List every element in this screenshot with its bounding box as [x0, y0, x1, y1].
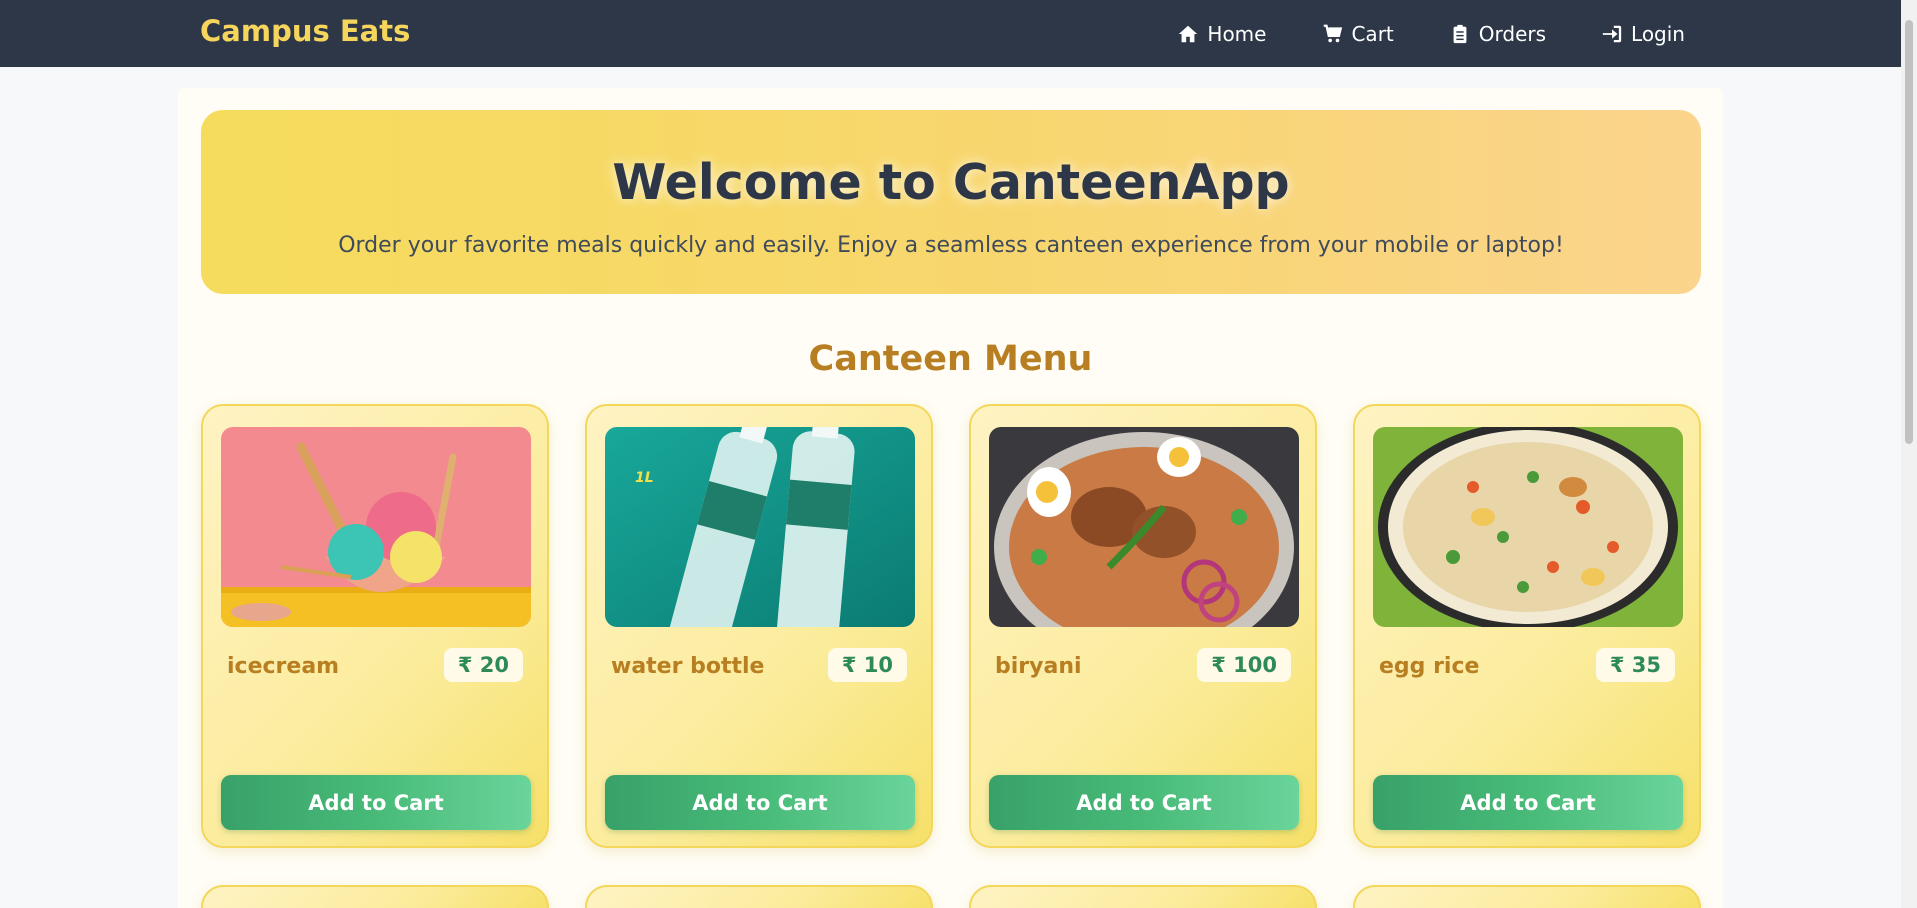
item-name: biryani: [995, 654, 1082, 679]
menu-card: egg rice ₹ 35 Add to Cart: [1353, 404, 1701, 848]
nav-cart-link[interactable]: Cart: [1321, 21, 1394, 46]
menu-card: 1L water bottle ₹ 10 Add to Cart: [585, 404, 933, 848]
login-icon: [1602, 25, 1622, 42]
icecream-image: [221, 427, 531, 627]
water-bottle-image: 1L: [605, 427, 915, 627]
add-to-cart-button[interactable]: Add to Cart: [221, 775, 531, 830]
menu-title: Canteen Menu: [808, 339, 1093, 379]
add-to-cart-button[interactable]: Add to Cart: [1373, 775, 1683, 830]
menu-card-partial: [969, 885, 1317, 908]
item-name: water bottle: [611, 654, 765, 679]
brand-logo[interactable]: Campus Eats: [200, 14, 410, 48]
scrollbar-thumb[interactable]: [1905, 20, 1913, 444]
item-price: ₹ 100: [1197, 648, 1291, 682]
menu-card-partial: [1353, 885, 1701, 908]
item-name: icecream: [227, 654, 340, 679]
menu-card-partial: [585, 885, 933, 908]
main-content: Welcome to CanteenApp Order your favorit…: [178, 88, 1723, 908]
nav-links: Home Cart Orders Login: [1122, 0, 1685, 67]
item-price: ₹ 35: [1595, 648, 1675, 682]
item-price: ₹ 20: [443, 648, 523, 682]
menu-card: icecream ₹ 20 Add to Cart: [201, 404, 549, 848]
nav-home-link[interactable]: Home: [1177, 22, 1266, 46]
hero-title: Welcome to CanteenApp: [612, 154, 1290, 211]
item-price: ₹ 10: [827, 648, 907, 682]
hero-subtitle: Order your favorite meals quickly and ea…: [338, 233, 1564, 258]
nav-orders-label: Orders: [1478, 21, 1547, 46]
nav-home-label: Home: [1207, 21, 1267, 46]
egg-rice-image: [1373, 427, 1683, 627]
hero-banner: Welcome to CanteenApp Order your favorit…: [201, 110, 1701, 294]
biryani-image: [989, 427, 1299, 627]
add-to-cart-button[interactable]: Add to Cart: [989, 775, 1299, 830]
home-icon: [1179, 25, 1198, 42]
menu-card: biryani ₹ 100 Add to Cart: [969, 404, 1317, 848]
clipboard-icon: [1453, 24, 1467, 43]
nav-login-link[interactable]: Login: [1601, 22, 1685, 46]
svg-text:1L: 1L: [635, 470, 654, 486]
page-scrollbar[interactable]: [1901, 0, 1917, 908]
top-navbar: Campus Eats Home Cart Orders Login: [0, 0, 1901, 67]
nav-orders-link[interactable]: Orders: [1449, 22, 1546, 46]
nav-login-label: Login: [1631, 21, 1685, 46]
menu-card-partial: [201, 885, 549, 908]
item-name: egg rice: [1379, 654, 1480, 679]
cart-icon: [1324, 24, 1343, 42]
nav-cart-label: Cart: [1351, 21, 1394, 46]
add-to-cart-button[interactable]: Add to Cart: [605, 775, 915, 830]
